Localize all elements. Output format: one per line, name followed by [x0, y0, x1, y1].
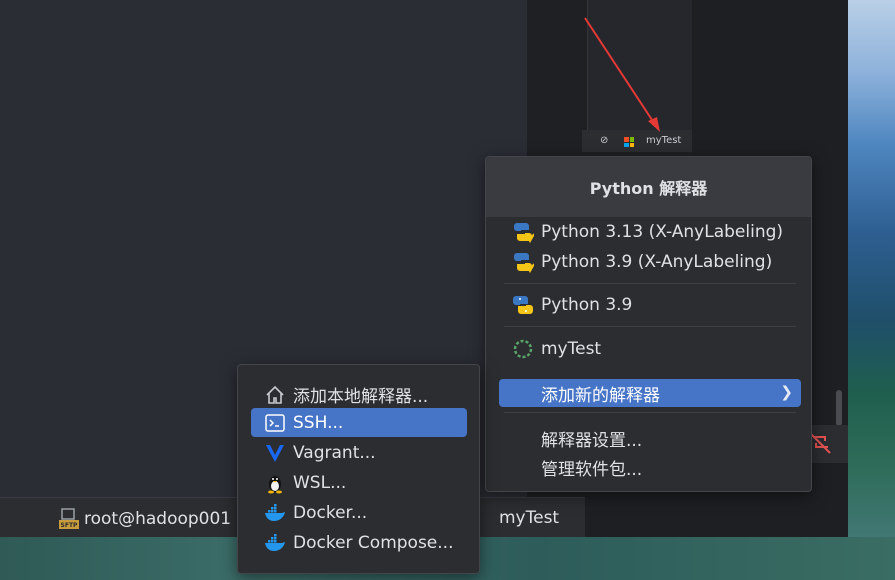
submenu-item-docker-compose[interactable]: Docker Compose... — [251, 528, 467, 557]
embedded-screenshot: ⊘ myTest — [527, 0, 692, 156]
submenu-item-label: WSL... — [293, 472, 347, 493]
interpreter-settings-item[interactable]: 解释器设置... — [541, 426, 642, 451]
loading-spinner-icon — [512, 338, 534, 360]
desktop-wallpaper — [848, 0, 895, 580]
interpreter-widget[interactable]: myTest — [499, 508, 559, 528]
python-venv-icon — [512, 221, 535, 244]
submenu-item-docker[interactable]: Docker... — [251, 498, 467, 527]
interpreter-item-python39[interactable]: Python 3.9 — [512, 294, 632, 316]
embedded-interpreter-label: myTest — [646, 135, 682, 146]
windows-logo-icon — [624, 137, 634, 147]
sftp-icon: SFTP — [58, 508, 80, 530]
submenu-item-wsl[interactable]: WSL... — [251, 468, 467, 497]
sftp-connection[interactable]: SFTP root@hadoop001 — [58, 508, 231, 530]
submenu-item-label: Docker... — [293, 502, 368, 523]
interpreter-item-label: Python 3.9 (X-AnyLabeling) — [541, 252, 773, 272]
submenu-item-add-local[interactable]: 添加本地解释器... — [251, 380, 467, 409]
terminal-icon — [264, 412, 286, 434]
sftp-icon-label: SFTP — [61, 522, 79, 529]
python-interpreter-popup: Python 解释器 Python 3.13 (X-AnyLabeling) P… — [485, 156, 812, 492]
interpreter-item-label: Python 3.9 — [541, 295, 633, 315]
embedded-status-bar: ⊘ myTest — [582, 130, 692, 152]
separator — [504, 326, 796, 327]
separator — [504, 412, 796, 413]
submenu-item-label: Docker Compose... — [293, 532, 454, 553]
interpreter-item-label: Python 3.13 (X-AnyLabeling) — [541, 222, 784, 242]
home-icon — [264, 384, 286, 406]
linux-penguin-icon — [264, 472, 286, 494]
submenu-item-label: SSH... — [293, 412, 344, 433]
submenu-item-label: Vagrant... — [293, 442, 376, 463]
submenu-item-label: 添加本地解释器... — [293, 387, 429, 407]
chevron-right-icon: ❯ — [780, 383, 793, 401]
vagrant-icon — [264, 442, 286, 464]
popup-title: Python 解释器 — [486, 157, 811, 217]
scrollbar-thumb[interactable] — [836, 390, 842, 426]
submenu-item-vagrant[interactable]: Vagrant... — [251, 438, 467, 467]
interpreter-item-python39-venv[interactable]: Python 3.9 (X-AnyLabeling) — [512, 251, 773, 274]
add-new-interpreter-label: 添加新的解释器 — [541, 385, 660, 406]
interpreter-item-label: myTest — [541, 339, 602, 359]
interpreter-item-mytest[interactable]: myTest — [512, 338, 601, 360]
python-venv-icon — [512, 251, 535, 274]
submenu-item-ssh[interactable]: SSH... — [251, 408, 467, 437]
add-interpreter-submenu: 添加本地解释器... SSH... Vagrant... WSL... Dock… — [237, 364, 480, 574]
docker-icon — [264, 532, 286, 554]
manage-packages-item[interactable]: 管理软件包... — [541, 455, 642, 480]
connection-label: root@hadoop001 — [84, 509, 232, 529]
embedded-editor — [587, 0, 692, 130]
python-icon — [512, 294, 534, 316]
add-new-interpreter-item[interactable]: 添加新的解释器 ❯ — [499, 379, 801, 407]
docker-icon — [264, 502, 286, 524]
interpreter-item-python313[interactable]: Python 3.13 (X-AnyLabeling) — [512, 221, 784, 244]
embedded-icon: ⊘ — [600, 135, 609, 146]
separator — [504, 283, 796, 284]
